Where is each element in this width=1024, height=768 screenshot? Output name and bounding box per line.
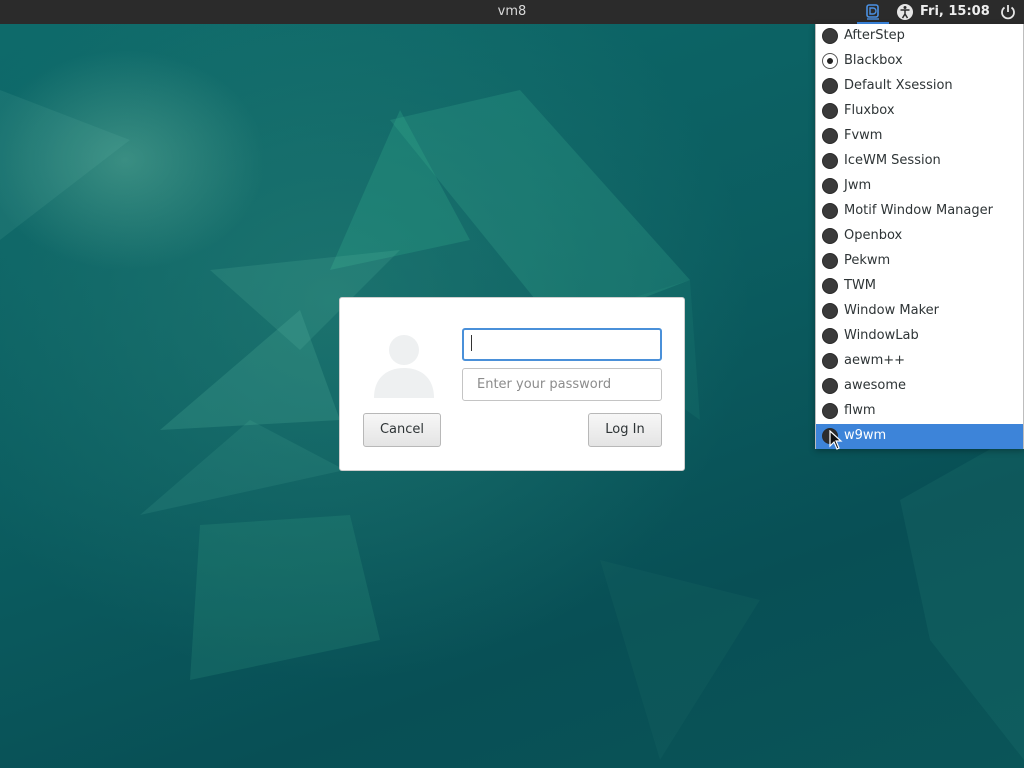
- radio-icon: [822, 28, 838, 44]
- radio-icon: [822, 178, 838, 194]
- mouse-cursor-icon: [829, 430, 843, 450]
- session-item-label: Jwm: [844, 178, 872, 193]
- session-item-label: IceWM Session: [844, 153, 941, 168]
- radio-icon: [822, 78, 838, 94]
- top-bar: vm8 Fri, 15:08: [0, 0, 1024, 24]
- session-item-label: Blackbox: [844, 53, 903, 68]
- session-item-motif[interactable]: Motif Window Manager: [816, 199, 1023, 224]
- session-item-label: AfterStep: [844, 28, 905, 43]
- radio-icon: [822, 403, 838, 419]
- accessibility-button[interactable]: [896, 3, 914, 25]
- session-item-fvwm[interactable]: Fvwm: [816, 124, 1023, 149]
- radio-icon: [822, 353, 838, 369]
- radio-icon: [822, 153, 838, 169]
- session-item-windowlab[interactable]: WindowLab: [816, 324, 1023, 349]
- radio-icon: [822, 278, 838, 294]
- session-item-default-xsession[interactable]: Default Xsession: [816, 74, 1023, 99]
- session-item-afterstep[interactable]: AfterStep: [816, 24, 1023, 49]
- session-item-label: Fvwm: [844, 128, 883, 143]
- session-item-awesome[interactable]: awesome: [816, 374, 1023, 399]
- session-item-label: WindowLab: [844, 328, 919, 343]
- radio-icon: [822, 253, 838, 269]
- radio-icon: [822, 128, 838, 144]
- session-item-window-maker[interactable]: Window Maker: [816, 299, 1023, 324]
- session-item-blackbox[interactable]: Blackbox: [816, 49, 1023, 74]
- session-item-label: Fluxbox: [844, 103, 895, 118]
- clock[interactable]: Fri, 15:08: [920, 4, 990, 19]
- session-item-label: awesome: [844, 378, 906, 393]
- password-input[interactable]: [462, 368, 662, 401]
- session-item-label: w9wm: [844, 428, 887, 443]
- radio-icon: [822, 203, 838, 219]
- session-item-openbox[interactable]: Openbox: [816, 224, 1023, 249]
- session-menu: AfterStep Blackbox Default Xsession Flux…: [815, 24, 1024, 449]
- session-item-flwm[interactable]: flwm: [816, 399, 1023, 424]
- power-button[interactable]: [999, 3, 1017, 25]
- accessibility-icon: [897, 4, 913, 20]
- session-item-icewm[interactable]: IceWM Session: [816, 149, 1023, 174]
- radio-icon: [822, 378, 838, 394]
- cancel-button[interactable]: Cancel: [363, 413, 441, 447]
- radio-icon: [822, 303, 838, 319]
- session-item-label: Default Xsession: [844, 78, 953, 93]
- session-item-label: Window Maker: [844, 303, 939, 318]
- radio-icon: [822, 328, 838, 344]
- username-input[interactable]: [462, 328, 662, 361]
- session-item-label: aewm++: [844, 353, 906, 368]
- session-selector-icon: [866, 4, 879, 20]
- radio-icon: [822, 228, 838, 244]
- text-caret: [471, 335, 472, 351]
- radio-checked-icon: [822, 53, 838, 69]
- session-item-aewm[interactable]: aewm++: [816, 349, 1023, 374]
- session-item-jwm[interactable]: Jwm: [816, 174, 1023, 199]
- radio-icon: [822, 103, 838, 119]
- login-dialog: Cancel Log In: [339, 297, 685, 471]
- session-item-fluxbox[interactable]: Fluxbox: [816, 99, 1023, 124]
- session-item-label: Openbox: [844, 228, 903, 243]
- user-avatar-icon: [374, 335, 434, 398]
- session-item-w9wm[interactable]: w9wm: [816, 424, 1023, 449]
- session-item-label: TWM: [844, 278, 877, 293]
- session-item-twm[interactable]: TWM: [816, 274, 1023, 299]
- power-icon: [1001, 5, 1015, 20]
- session-item-label: Pekwm: [844, 253, 891, 268]
- session-item-label: Motif Window Manager: [844, 203, 993, 218]
- session-item-label: flwm: [844, 403, 876, 418]
- login-button[interactable]: Log In: [588, 413, 662, 447]
- session-selector-button[interactable]: [857, 0, 889, 24]
- session-item-pekwm[interactable]: Pekwm: [816, 249, 1023, 274]
